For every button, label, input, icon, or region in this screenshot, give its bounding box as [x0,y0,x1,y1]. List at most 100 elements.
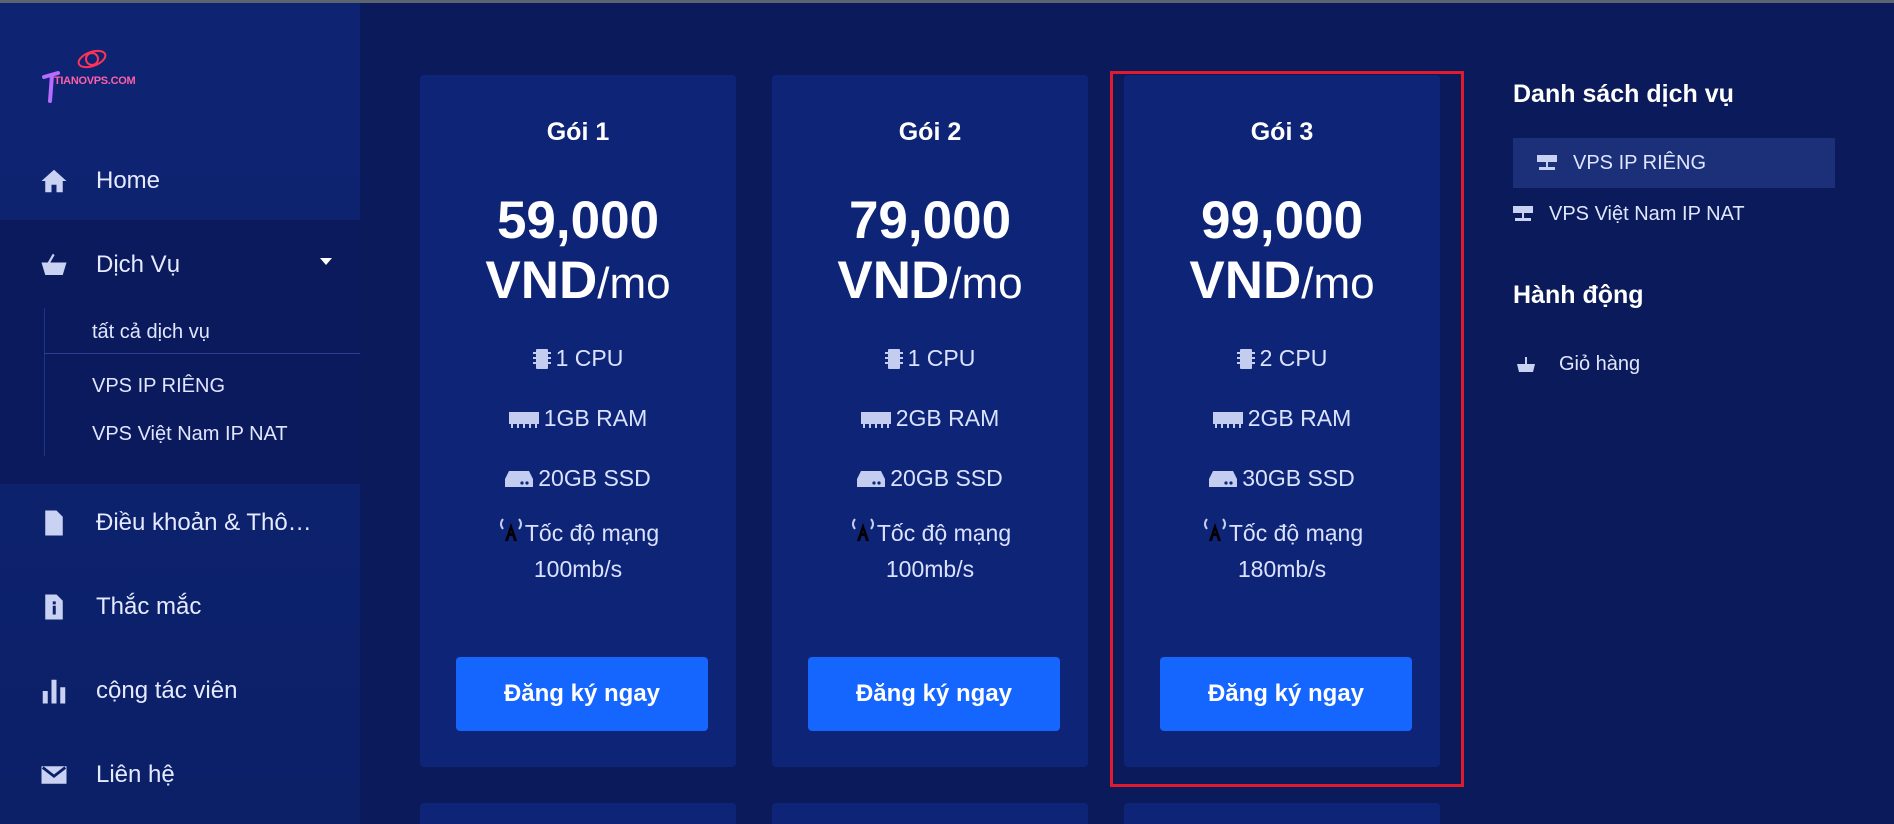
action-item-cart[interactable]: Giỏ hàng [1513,339,1835,389]
plan-cpu-text: 1 CPU [555,345,624,371]
plan-network-speed: 100mb/s [533,556,623,582]
register-button[interactable]: Đăng ký ngay [1160,657,1412,731]
sidebar-item-contact[interactable]: Liên hệ [0,733,360,817]
service-item-vps-ip-rieng[interactable]: VPS IP RIÊNG [1513,138,1835,188]
plan-period: /mo [949,259,1023,308]
plan-feature-cpu: 1 CPU [420,345,736,372]
plan-network-speed: 180mb/s [1237,556,1327,582]
cpu-icon [1236,348,1255,370]
document-icon [38,507,70,539]
plan-period: /mo [597,259,671,308]
server-icon [1513,205,1533,223]
plan-ssd-text: 30GB SSD [1242,465,1355,491]
info-file-icon [38,591,70,623]
server-icon [1537,154,1557,172]
basket-icon [38,249,70,281]
service-item-label: VPS Việt Nam IP NAT [1549,202,1745,225]
antenna-icon [849,515,877,551]
plan-ssd-text: 20GB SSD [538,465,651,491]
hard-drive-icon [857,470,886,488]
service-item-vps-nat[interactable]: VPS Việt Nam IP NAT [1513,189,1835,239]
memory-icon [508,410,539,428]
sidebar-item-home[interactable]: Home [0,139,360,223]
plan-feature-ram: 1GB RAM [420,405,736,432]
sidebar: TIANOVPS.COM Home Dịch Vụ tất cả dịch vụ… [0,3,360,824]
plan-card-1: Gói 1 59,000 VND/mo 1 CPU 1GB RAM 20GB S… [420,75,736,767]
envelope-icon [38,759,70,791]
sidebar-item-terms[interactable]: Điều khoản & Thô… [0,481,360,565]
logo-text: TIANOVPS.COM [54,75,136,87]
plan-title: Gói 2 [898,118,962,146]
sidebar-item-label: Home [96,167,161,194]
site-logo[interactable] [40,43,160,103]
plan-feature-network: Tốc độ mạng 100mb/s [772,515,1088,587]
subnav-item-all-services[interactable]: tất cả dịch vụ [44,308,360,356]
subnav-item-label: VPS IP RIÊNG [92,374,226,397]
sidebar-item-label: Thắc mắc [96,593,202,620]
plan-currency: VND [837,251,950,310]
plan-feature-ssd: 30GB SSD [1124,465,1440,492]
plan-feature-ram: 2GB RAM [772,405,1088,432]
sidebar-item-label: cộng tác viên [96,677,238,704]
cpu-icon [884,348,903,370]
home-icon [38,165,70,197]
memory-icon [860,410,891,428]
subnav-item-label: tất cả dịch vụ [92,320,210,343]
plan-feature-ram: 2GB RAM [1124,405,1440,432]
plan-title: Gói 1 [546,118,610,146]
plan-currency: VND [485,251,598,310]
plan-network-label: Tốc độ mạng [1228,520,1364,546]
plan-feature-ssd: 20GB SSD [420,465,736,492]
subnav-item-label: VPS Việt Nam IP NAT [92,422,288,445]
memory-icon [1212,410,1243,428]
plan-price-unit: VND/mo [420,250,736,311]
plan-network-speed: 100mb/s [885,556,975,582]
plan-ram-text: 2GB RAM [895,405,1000,431]
chevron-down-icon[interactable] [320,258,332,265]
plan-feature-network: Tốc độ mạng 100mb/s [420,515,736,587]
plan-price: 79,000 [848,191,1012,250]
plan-card-5-partial [772,803,1088,824]
sidebar-item-dich-vu[interactable]: Dịch Vụ [0,223,360,307]
plan-feature-network: Tốc độ mạng 180mb/s [1124,515,1440,587]
plan-currency: VND [1189,251,1302,310]
register-button[interactable]: Đăng ký ngay [456,657,708,731]
subnav-divider [44,353,360,354]
plan-period: /mo [1301,259,1375,308]
plan-price: 99,000 [1200,191,1364,250]
subnav-item-vps-nat[interactable]: VPS Việt Nam IP NAT [44,410,360,458]
plan-network-label: Tốc độ mạng [524,520,660,546]
plan-card-2: Gói 2 79,000 VND/mo 1 CPU 2GB RAM 20GB S… [772,75,1088,767]
subnav-item-vps-ip-rieng[interactable]: VPS IP RIÊNG [44,362,360,410]
antenna-icon [497,515,525,551]
register-button[interactable]: Đăng ký ngay [808,657,1060,731]
plan-feature-cpu: 2 CPU [1124,345,1440,372]
sidebar-item-label: Dịch Vụ [96,251,181,278]
plan-price: 59,000 [496,191,660,250]
plan-cpu-text: 1 CPU [907,345,976,371]
plan-feature-ssd: 20GB SSD [772,465,1088,492]
plan-title: Gói 3 [1250,118,1314,146]
antenna-icon [1201,515,1229,551]
basket-icon [1517,355,1535,373]
sidebar-item-affiliate[interactable]: cộng tác viên [0,649,360,733]
plan-price-unit: VND/mo [1124,250,1440,311]
plan-ram-text: 2GB RAM [1247,405,1352,431]
plan-network-label: Tốc độ mạng [876,520,1012,546]
plan-feature-cpu: 1 CPU [772,345,1088,372]
plan-card-6-partial [1124,803,1440,824]
sidebar-item-faq[interactable]: Thắc mắc [0,565,360,649]
plan-price-unit: VND/mo [772,250,1088,311]
plan-card-4-partial [420,803,736,824]
bar-chart-icon [38,675,70,707]
sidebar-item-label: Điều khoản & Thô… [96,509,312,536]
plan-ssd-text: 20GB SSD [890,465,1003,491]
services-heading: Danh sách dịch vụ [1513,80,1734,108]
plan-card-3: Gói 3 99,000 VND/mo 2 CPU 2GB RAM 30GB S… [1124,75,1440,767]
sidebar-item-label: Liên hệ [96,761,175,788]
hard-drive-icon [1209,470,1238,488]
action-item-label: Giỏ hàng [1559,352,1641,375]
actions-heading: Hành động [1513,281,1644,309]
plan-cpu-text: 2 CPU [1259,345,1328,371]
hard-drive-icon [505,470,534,488]
